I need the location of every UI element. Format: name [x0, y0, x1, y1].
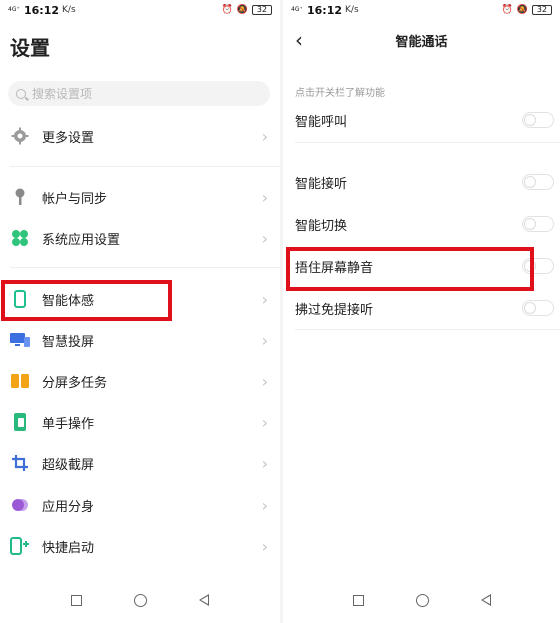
gear-icon	[10, 126, 30, 146]
split-screen-icon	[10, 371, 30, 391]
page-header: ‹ 智能通话	[283, 20, 560, 60]
toggle-row-smart-dial[interactable]: 智能呼叫	[283, 100, 560, 140]
clock: 16:12	[307, 3, 343, 17]
wave-to-speaker-switch[interactable]	[522, 300, 554, 316]
toggle-label: 智能切换	[295, 218, 348, 234]
smart-switch-switch[interactable]	[522, 216, 554, 232]
settings-item-account-sync[interactable]: 帐户与同步 ›	[0, 177, 280, 217]
recents-button[interactable]	[352, 594, 364, 606]
search-placeholder: 搜索设置项	[32, 87, 93, 101]
settings-item-super-screenshot[interactable]: 超级截屏 ›	[0, 443, 280, 483]
search-input[interactable]: 搜索设置项	[8, 81, 270, 106]
section-separator	[295, 142, 560, 143]
item-label: 超级截屏	[42, 457, 95, 473]
status-bar: 4G⁺ 16:12 K/s ⏰ 🔕 32	[283, 0, 560, 20]
home-button[interactable]	[134, 593, 147, 607]
toggle-row-smart-answer[interactable]: 智能接听	[283, 162, 560, 202]
chevron-right-icon: ›	[261, 412, 268, 432]
settings-item-quick-launch[interactable]: 快捷启动 ›	[0, 526, 280, 566]
settings-item-more[interactable]: 更多设置 ›	[0, 116, 280, 156]
item-label: 应用分身	[42, 499, 95, 515]
smart-answer-switch[interactable]	[522, 174, 554, 190]
alarm-icon: ⏰	[221, 5, 233, 15]
chevron-right-icon: ›	[261, 187, 268, 207]
one-hand-icon	[10, 412, 30, 432]
item-label: 单手操作	[42, 416, 95, 432]
item-label: 分屏多任务	[42, 375, 108, 391]
item-label: 帐户与同步	[42, 191, 108, 207]
network-indicator: 4G⁺	[291, 6, 303, 13]
section-separator	[295, 329, 560, 330]
chevron-right-icon: ›	[261, 453, 268, 473]
alarm-icon: ⏰	[501, 5, 513, 15]
settings-item-app-clone[interactable]: 应用分身 ›	[0, 485, 280, 525]
smart-dial-switch[interactable]	[522, 112, 554, 128]
screen-cast-icon	[10, 330, 30, 350]
quick-launch-icon	[10, 536, 30, 556]
settings-item-system-apps[interactable]: 系统应用设置 ›	[0, 218, 280, 258]
system-navigation-bar	[0, 577, 280, 623]
crop-icon	[10, 453, 30, 473]
chevron-right-icon: ›	[261, 371, 268, 391]
item-label: 快捷启动	[42, 540, 95, 556]
smart-call-screen: 4G⁺ 16:12 K/s ⏰ 🔕 32 ‹ 智能通话 点击开关栏了解功能 智能…	[283, 0, 560, 623]
back-triangle-button[interactable]	[199, 594, 209, 606]
switch-knob	[524, 218, 536, 230]
battery-icon: 32	[252, 5, 272, 15]
chevron-right-icon: ›	[261, 495, 268, 515]
toggle-row-wave-to-speaker[interactable]: 拂过免提接听	[283, 288, 560, 328]
clover-icon	[10, 228, 30, 248]
item-label: 智慧投屏	[42, 334, 95, 350]
system-navigation-bar	[283, 577, 560, 623]
section-separator	[10, 166, 280, 167]
settings-item-split-screen[interactable]: 分屏多任务 ›	[0, 361, 280, 401]
toggle-row-smart-switch[interactable]: 智能切换	[283, 204, 560, 244]
network-indicator: 4G⁺	[8, 6, 20, 13]
recents-button[interactable]	[71, 594, 82, 606]
search-icon	[16, 88, 26, 99]
chevron-right-icon: ›	[261, 330, 268, 350]
settings-item-one-hand[interactable]: 单手操作 ›	[0, 402, 280, 442]
page-title: 智能通话	[395, 34, 448, 50]
mute-icon: 🔕	[516, 5, 528, 15]
annotation-highlight-box	[1, 280, 172, 321]
back-triangle-button[interactable]	[480, 594, 491, 606]
settings-item-screen-cast[interactable]: 智慧投屏 ›	[0, 320, 280, 360]
page-title: 设置	[10, 36, 50, 60]
status-bar: 4G⁺ 16:12 K/s ⏰ 🔕 32	[0, 0, 280, 20]
toggle-label: 拂过免提接听	[295, 302, 374, 318]
switch-knob	[524, 302, 536, 314]
chevron-right-icon: ›	[261, 536, 268, 556]
section-separator	[10, 267, 280, 268]
toggle-label: 智能呼叫	[295, 114, 348, 130]
chevron-right-icon: ›	[261, 126, 268, 146]
clone-icon	[10, 495, 30, 515]
settings-screen: 4G⁺ 16:12 K/s ⏰ 🔕 32 设置 搜索设置项 更多设置 › 帐户与…	[0, 0, 280, 623]
section-hint: 点击开关栏了解功能	[295, 88, 385, 99]
item-label: 更多设置	[42, 130, 95, 146]
switch-knob	[524, 176, 536, 188]
data-rate: K/s	[62, 5, 76, 15]
chevron-right-icon: ›	[261, 228, 268, 248]
mute-icon: 🔕	[236, 5, 248, 15]
data-rate: K/s	[345, 5, 359, 15]
back-arrow-icon[interactable]: ‹	[295, 30, 303, 50]
clock: 16:12	[24, 3, 60, 17]
home-button[interactable]	[415, 593, 429, 607]
key-icon	[10, 187, 30, 207]
chevron-right-icon: ›	[261, 289, 268, 309]
battery-icon: 32	[532, 5, 552, 15]
toggle-label: 智能接听	[295, 176, 348, 192]
item-label: 系统应用设置	[42, 232, 121, 248]
switch-knob	[524, 114, 536, 126]
annotation-highlight-box	[286, 247, 534, 291]
